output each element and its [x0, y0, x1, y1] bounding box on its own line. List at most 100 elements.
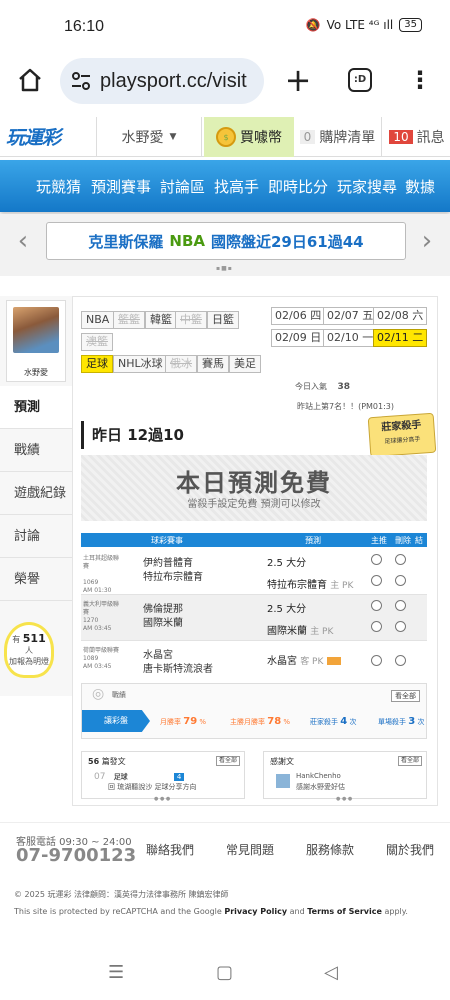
thanks-more-button[interactable]: 看全部 [397, 756, 422, 766]
date-tab[interactable]: 02/07 五 [323, 307, 378, 325]
stat-item: 單場殺手 3 次 [378, 716, 425, 727]
expert-badge-sub: 足球讓分高手 [384, 435, 421, 446]
tab-switcher-button[interactable]: :D [348, 68, 372, 92]
browser-menu-button[interactable]: ⋮ [408, 66, 432, 96]
match-teams: 佛倫提那 國際米蘭 [143, 603, 183, 631]
sidebar-item-game-log[interactable]: 遊戲紀錄 [0, 472, 72, 515]
battery-icon: 35 [399, 18, 422, 32]
nav-item[interactable]: 找高手 [214, 176, 259, 197]
date-tab[interactable]: 02/09 日 [271, 329, 326, 347]
ticker-player: 克里斯保羅 [88, 232, 164, 251]
address-bar[interactable]: playsport.cc/visit [60, 58, 264, 104]
messages-label: 訊息 [416, 130, 445, 146]
sidebar-item-discuss[interactable]: 討論 [0, 515, 72, 558]
free-banner-note: 當殺手設定免費 預測可以修改 [187, 499, 321, 510]
status-time: 16:10 [64, 18, 105, 35]
sport-chip: 中籃 [175, 311, 207, 329]
main-pick-radio[interactable] [371, 655, 382, 666]
ticker-record: 國際盤近29日61過44 [211, 232, 364, 251]
date-tab-selected[interactable]: 02/11 二 [373, 329, 428, 347]
sidebar-item-predict[interactable]: 預測 [0, 386, 74, 429]
sport-chip[interactable]: NBA [81, 311, 115, 329]
pick-team: 國際米蘭 [267, 626, 307, 637]
ticker-item[interactable]: 克里斯保羅 NBA 國際盤近29日61過44 [46, 222, 406, 260]
thanks-snippet: 感謝水野愛好估 [296, 783, 345, 791]
sport-chip-selected[interactable]: 足球 [81, 355, 113, 373]
main-pick-radio[interactable] [371, 575, 382, 586]
back-system-button[interactable]: ◁ [324, 962, 338, 983]
main-pick-radio[interactable] [371, 600, 382, 611]
home-button[interactable] [14, 64, 46, 96]
footer-link[interactable]: 常見問題 [226, 841, 274, 858]
sport-chip: 澳籃 [81, 333, 113, 351]
article-item[interactable]: 07 足球 4 [94, 772, 185, 782]
footer-link[interactable]: 關於我們 [386, 841, 434, 858]
delete-radio[interactable] [395, 621, 406, 632]
pick-team: 特拉布宗體育 [267, 580, 327, 591]
sidebar-item-honor[interactable]: 榮譽 [0, 558, 72, 601]
ticker-prev-button[interactable]: ‹ [12, 226, 34, 256]
delete-radio[interactable] [395, 655, 406, 666]
footer-link[interactable]: 服務條款 [306, 841, 354, 858]
date-tab[interactable]: 02/10 一 [323, 329, 378, 347]
home-system-button[interactable]: ▢ [216, 962, 233, 983]
buy-coin-button[interactable]: $ 買噱幣 [204, 117, 294, 157]
user-avatar [276, 774, 290, 788]
pick-total: 2.5 大分 [267, 558, 307, 569]
col-pick: 預測 [305, 536, 321, 545]
mute-icon: 🔕 [305, 18, 321, 32]
lightbulb-badge[interactable]: 有 511 人 加報為明燈 [4, 622, 54, 678]
stats-more-button[interactable]: 看全部 [391, 690, 420, 702]
sport-chip[interactable]: 美足 [229, 355, 261, 373]
stats-tab[interactable]: 讓彩盤 [82, 710, 150, 732]
table-row: 荷蘭甲級聯賽 1089 AM 03:45 水晶宮 唐卡斯特流浪者 水晶宮 客 PK [81, 641, 427, 687]
sport-chip[interactable]: NHL冰球 [113, 355, 168, 373]
thanks-title: 感謝文 [270, 757, 294, 766]
articles-title: 56 篇發文 [88, 757, 126, 766]
nav-item[interactable]: 玩家搜尋 [337, 176, 397, 197]
site-logo[interactable]: 玩運彩 [6, 123, 74, 149]
bulb-count: 511 [22, 632, 46, 645]
thanks-user[interactable]: HankChenho [296, 772, 341, 780]
date-tab[interactable]: 02/08 六 [373, 307, 428, 325]
delete-radio[interactable] [395, 575, 406, 586]
signal-icon: Vo LTE ⁴ᴳ ıll [326, 18, 394, 32]
new-tab-button[interactable]: + [282, 62, 314, 98]
sport-chip[interactable]: 日籃 [207, 311, 239, 329]
user-dropdown[interactable]: 水野愛 ▼ [96, 117, 202, 157]
privacy-link[interactable]: Privacy Policy [224, 907, 287, 916]
articles-more-button[interactable]: 看全部 [215, 756, 240, 766]
hotline-number[interactable]: 07-9700123 [16, 845, 136, 866]
today-views-count: 38 [337, 382, 351, 392]
nav-item[interactable]: 玩競猜 [36, 176, 81, 197]
main-nav: 玩競猜 預測賽事 討論區 找高手 即時比分 玩家搜尋 數據 [0, 160, 450, 212]
nav-item[interactable]: 討論區 [160, 176, 205, 197]
delete-radio[interactable] [395, 600, 406, 611]
avatar-card[interactable]: 水野愛 [6, 300, 66, 382]
main-pick-radio[interactable] [371, 621, 382, 632]
ticker-next-button[interactable]: › [416, 226, 438, 256]
date-tab[interactable]: 02/06 四 [271, 307, 326, 325]
nav-item[interactable]: 即時比分 [268, 176, 328, 197]
sport-chip[interactable]: 韓籃 [145, 311, 177, 329]
terms-link[interactable]: Terms of Service [307, 907, 382, 916]
prediction-table-header: 球彩賽事 預測 主推 刪除 結果 [81, 533, 427, 556]
league-name: 義大利甲級聯賽 1270 AM 03:45 [83, 601, 120, 632]
sidebar-item-record[interactable]: 戰績 [0, 429, 72, 472]
away-team: 唐卡斯特流浪者 [143, 664, 213, 675]
sport-chip[interactable]: 賽馬 [197, 355, 229, 373]
stat-item: 莊家殺手 4 次 [310, 716, 357, 727]
messages-button[interactable]: 10 訊息 [384, 117, 450, 157]
sport-chip: 籃籃 [113, 311, 145, 329]
table-row: 土耳其超級聯賽 1069 AM 01:30 伊約普體育 特拉布宗體育 2.5 大分 … [81, 549, 427, 595]
delete-radio[interactable] [395, 554, 406, 565]
ticker-pagination: ▪■▪ [216, 265, 233, 272]
main-pick-radio[interactable] [371, 554, 382, 565]
pick-tag: 主 PK [310, 627, 334, 637]
nav-item[interactable]: 數據 [405, 176, 435, 197]
cart-button[interactable]: 0 購牌清單 [294, 117, 382, 157]
pick-cell: 水晶宮 客 PK [267, 651, 341, 673]
recent-apps-button[interactable]: ☰ [108, 962, 124, 983]
footer-link[interactable]: 聯絡我們 [146, 841, 194, 858]
nav-item[interactable]: 預測賽事 [91, 176, 151, 197]
